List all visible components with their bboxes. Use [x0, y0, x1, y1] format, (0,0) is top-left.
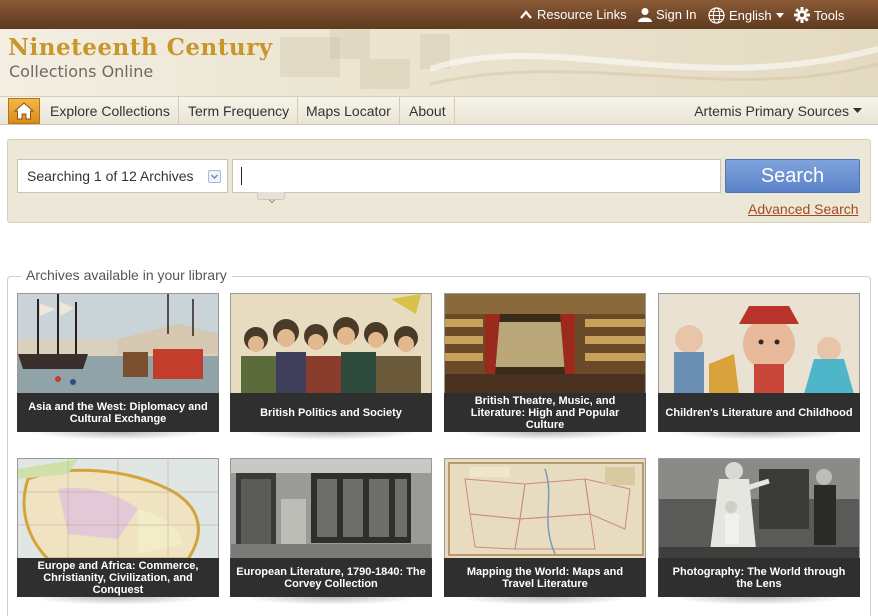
archives-panel: Archives available in your library Asia — [7, 267, 871, 616]
resource-links-button[interactable]: Resource Links — [519, 7, 627, 22]
card-shadow — [456, 597, 634, 605]
home-button[interactable] — [8, 98, 40, 124]
archives-legend: Archives available in your library — [21, 267, 232, 283]
caret-down-icon — [853, 108, 862, 113]
archive-card-caption: Asia and the West: Diplomacy and Cultura… — [17, 393, 219, 432]
archive-card-caption: Europe and Africa: Commerce, Christianit… — [17, 558, 219, 597]
banner-swoosh — [430, 46, 878, 86]
card-shadow — [242, 597, 420, 605]
sign-in-button[interactable]: Sign In — [638, 7, 696, 22]
card-shadow — [242, 432, 420, 440]
artemis-menu-label: Artemis Primary Sources — [694, 103, 849, 119]
vintage-photo-image — [658, 458, 860, 558]
archive-card-caption: Photography: The World through the Lens — [658, 558, 860, 597]
card-shadow — [456, 432, 634, 440]
tools-menu[interactable]: Tools — [794, 7, 844, 23]
top-utility-bar: Resource Links Sign In English Tools — [0, 0, 878, 29]
sign-in-label: Sign In — [656, 7, 697, 22]
library-photo-image — [230, 458, 432, 558]
us-map-image — [444, 458, 646, 558]
africa-map-image — [17, 458, 219, 558]
card-shadow — [670, 432, 848, 440]
archive-card-caption: Children's Literature and Childhood — [658, 393, 860, 432]
children-illustration-image — [658, 293, 860, 393]
search-input[interactable] — [232, 159, 721, 193]
gear-icon — [794, 7, 810, 23]
artemis-menu[interactable]: Artemis Primary Sources — [694, 97, 862, 125]
archive-card-childrens-literature[interactable]: Children's Literature and Childhood — [658, 293, 860, 440]
chevron-down-icon — [268, 199, 276, 204]
nav-about[interactable]: About — [401, 97, 455, 125]
advanced-search-link[interactable]: Advanced Search — [748, 201, 859, 217]
crowd-illustration-image — [230, 293, 432, 393]
caret-down-icon — [775, 12, 784, 18]
archive-card-asia-west[interactable]: Asia and the West: Diplomacy and Cultura… — [17, 293, 219, 440]
archive-card-mapping-world[interactable]: Mapping the World: Maps and Travel Liter… — [444, 458, 646, 605]
archive-card-european-literature[interactable]: European Literature, 1790-1840: The Corv… — [230, 458, 432, 605]
archive-card-british-theatre[interactable]: British Theatre, Music, and Literature: … — [444, 293, 646, 440]
language-label: English — [729, 8, 772, 23]
search-button[interactable]: Search — [725, 159, 860, 193]
chevron-up-icon — [520, 9, 532, 19]
user-icon — [638, 8, 652, 22]
chevron-down-icon — [208, 170, 221, 183]
archive-card-caption: Mapping the World: Maps and Travel Liter… — [444, 558, 646, 597]
search-panel: Searching 1 of 12 Archives Search Advanc… — [7, 139, 871, 223]
archive-scope-select[interactable]: Searching 1 of 12 Archives — [17, 159, 228, 193]
site-title[interactable]: Nineteenth Century — [8, 34, 273, 61]
globe-icon — [708, 7, 725, 24]
card-shadow — [29, 597, 207, 605]
archive-scope-label: Searching 1 of 12 Archives — [27, 168, 194, 184]
nav-explore-collections[interactable]: Explore Collections — [42, 97, 179, 125]
main-nav: Explore Collections Term Frequency Maps … — [0, 96, 878, 125]
ships-painting-image — [17, 293, 219, 393]
search-options-toggle[interactable] — [257, 192, 285, 204]
archive-card-caption: European Literature, 1790-1840: The Corv… — [230, 558, 432, 597]
site-subtitle: Collections Online — [9, 62, 154, 81]
archive-card-caption: British Theatre, Music, and Literature: … — [444, 393, 646, 432]
card-shadow — [670, 597, 848, 605]
banner-decoration — [330, 29, 370, 59]
archive-card-caption: British Politics and Society — [230, 393, 432, 432]
text-cursor — [241, 167, 242, 185]
tools-label: Tools — [814, 7, 845, 23]
nav-maps-locator[interactable]: Maps Locator — [298, 97, 400, 125]
theatre-interior-image — [444, 293, 646, 393]
banner-decoration — [360, 59, 410, 89]
home-icon — [14, 102, 34, 120]
resource-links-label: Resource Links — [537, 7, 627, 22]
archive-card-british-politics[interactable]: British Politics and Society — [230, 293, 432, 440]
nav-term-frequency[interactable]: Term Frequency — [180, 97, 299, 125]
archive-card-photography[interactable]: Photography: The World through the Lens — [658, 458, 860, 605]
card-shadow — [29, 432, 207, 440]
archive-card-europe-africa[interactable]: Europe and Africa: Commerce, Christianit… — [17, 458, 219, 605]
language-selector[interactable]: English — [708, 7, 784, 24]
header-banner: Nineteenth Century Collections Online — [0, 29, 878, 96]
